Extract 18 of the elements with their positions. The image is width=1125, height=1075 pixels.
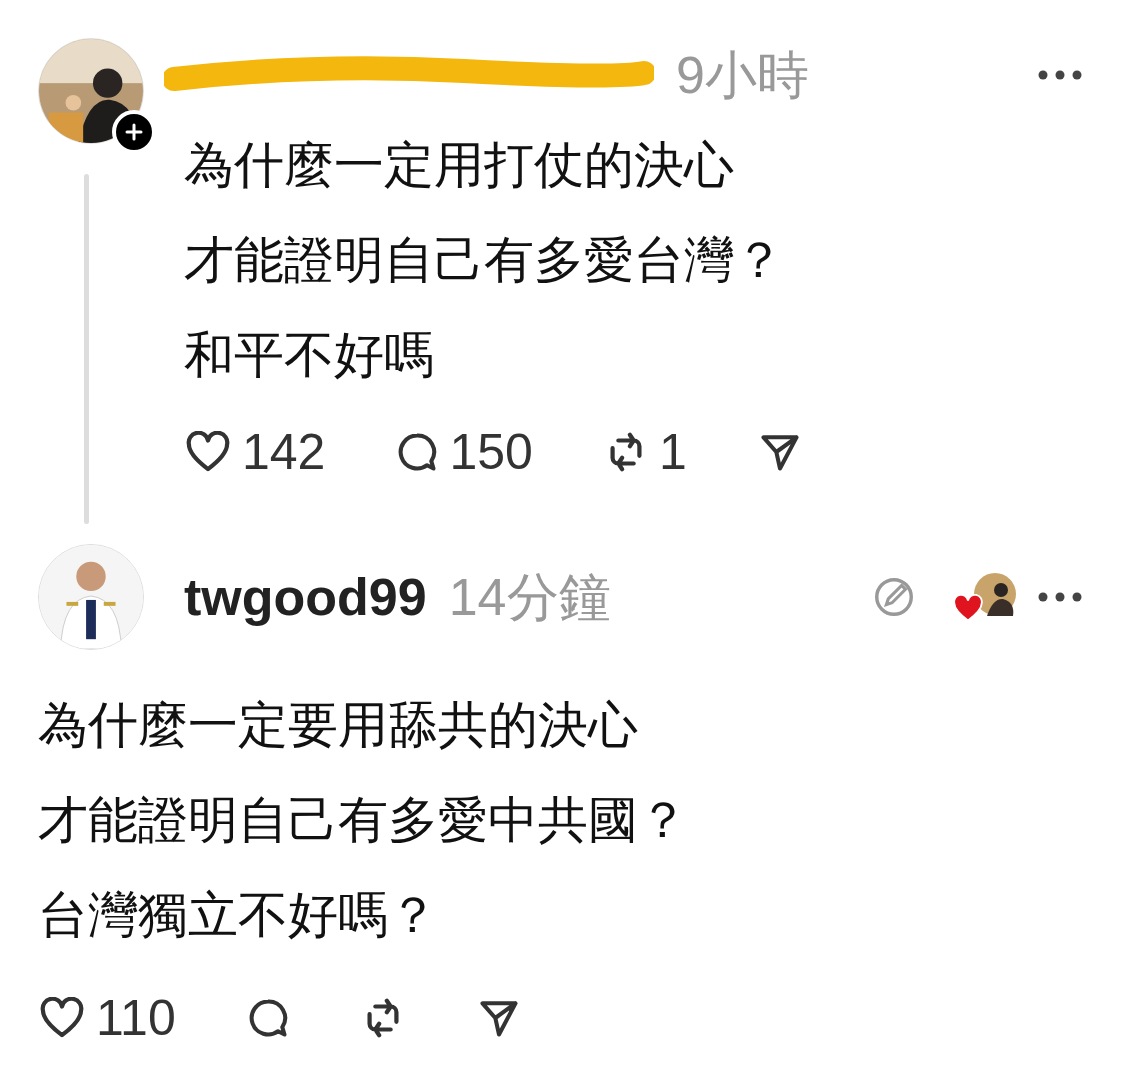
post-text: 才能證明自己有多愛台灣？ bbox=[184, 231, 785, 290]
more-icon[interactable] bbox=[1037, 69, 1083, 81]
heart-icon[interactable] bbox=[38, 997, 86, 1039]
more-icon[interactable] bbox=[1037, 591, 1083, 603]
timestamp: 9小時 bbox=[676, 49, 809, 101]
post-text: 台灣獨立不好嗎？ bbox=[38, 886, 439, 945]
timestamp: 14分鐘 bbox=[448, 571, 611, 623]
post-text: 和平不好嗎 bbox=[184, 326, 435, 385]
post-text: 才能證明自己有多愛中共國？ bbox=[38, 791, 689, 850]
heart-icon[interactable] bbox=[184, 431, 232, 473]
count-label: 1 bbox=[658, 427, 687, 477]
post-text: 為什麼一定用打仗的決心 bbox=[184, 136, 735, 195]
count-label: 110 bbox=[96, 993, 176, 1043]
count-label: 150 bbox=[449, 427, 533, 477]
liked-by-avatar[interactable] bbox=[953, 572, 1017, 622]
post-text: 為什麼一定要用舔共的決心 bbox=[38, 696, 639, 755]
plus-icon bbox=[125, 123, 143, 141]
count-label: 142 bbox=[242, 427, 326, 477]
